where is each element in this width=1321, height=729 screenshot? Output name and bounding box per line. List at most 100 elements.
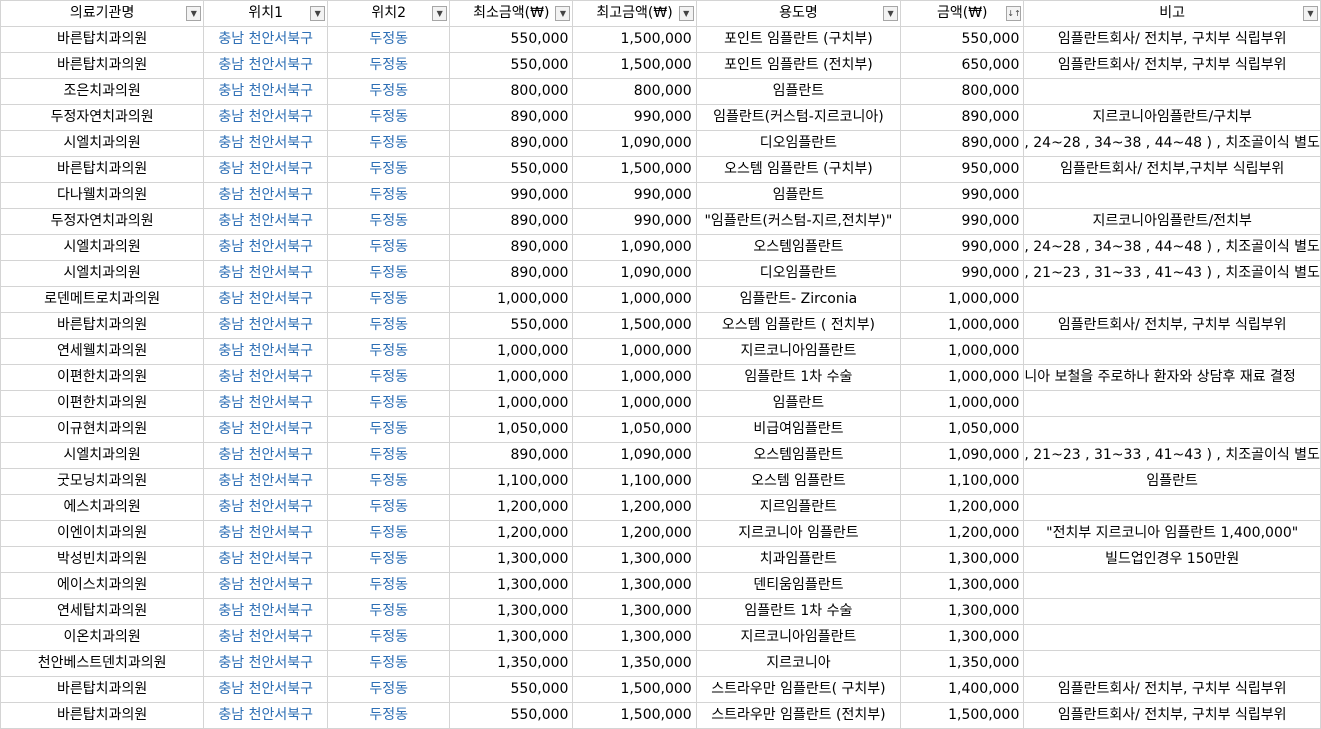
cell-location1[interactable]: 충남 천안서북구 — [203, 338, 329, 365]
cell-max-price[interactable]: 1,300,000 — [572, 546, 697, 573]
cell-institution[interactable]: 로덴메트로치과의원 — [0, 286, 205, 313]
cell-location2[interactable]: 두정동 — [327, 234, 451, 261]
filter-dropdown-icon[interactable]: ▼ — [555, 6, 571, 21]
cell-min-price[interactable]: 1,300,000 — [449, 546, 574, 573]
cell-usage[interactable]: 디오임플란트 — [695, 260, 902, 287]
cell-min-price[interactable]: 550,000 — [449, 676, 574, 703]
cell-remarks[interactable]: , 24~28 , 34~38 , 44~48 ) , 치조골이식 별도 — [1023, 234, 1321, 261]
column-header-usage[interactable]: 용도명 ▼ — [695, 0, 902, 27]
cell-remarks[interactable]: 지르코니아임플란트/구치부 — [1023, 104, 1321, 131]
cell-remarks[interactable] — [1023, 650, 1321, 677]
cell-usage[interactable]: 오스템 임플란트 ( 전치부) — [695, 312, 902, 339]
cell-min-price[interactable]: 550,000 — [449, 52, 574, 79]
cell-location2[interactable]: 두정동 — [327, 676, 451, 703]
cell-min-price[interactable]: 1,000,000 — [449, 364, 574, 391]
cell-remarks[interactable]: 지르코니아임플란트/전치부 — [1023, 208, 1321, 235]
cell-usage[interactable]: 지르임플란트 — [695, 494, 902, 521]
cell-location2[interactable]: 두정동 — [327, 260, 451, 287]
cell-min-price[interactable]: 1,050,000 — [449, 416, 574, 443]
cell-price[interactable]: 890,000 — [900, 104, 1025, 131]
cell-price[interactable]: 1,000,000 — [900, 312, 1025, 339]
cell-price[interactable]: 950,000 — [900, 156, 1025, 183]
cell-remarks[interactable]: 임플란트회사/ 전치부, 구치부 식립부위 — [1023, 26, 1321, 53]
cell-location1[interactable]: 충남 천안서북구 — [203, 390, 329, 417]
sort-filter-icon[interactable]: ↓↑ — [1006, 6, 1022, 21]
cell-min-price[interactable]: 890,000 — [449, 234, 574, 261]
cell-location1[interactable]: 충남 천안서북구 — [203, 26, 329, 53]
cell-remarks[interactable]: 임플란트 — [1023, 468, 1321, 495]
cell-location2[interactable]: 두정동 — [327, 182, 451, 209]
cell-location1[interactable]: 충남 천안서북구 — [203, 624, 329, 651]
cell-remarks[interactable]: 임플란트회사/ 전치부, 구치부 식립부위 — [1023, 702, 1321, 729]
cell-usage[interactable]: 치과임플란트 — [695, 546, 902, 573]
cell-max-price[interactable]: 1,500,000 — [572, 702, 697, 729]
cell-price[interactable]: 1,300,000 — [900, 624, 1025, 651]
cell-location1[interactable]: 충남 천안서북구 — [203, 104, 329, 131]
cell-min-price[interactable]: 1,300,000 — [449, 572, 574, 599]
cell-location1[interactable]: 충남 천안서북구 — [203, 416, 329, 443]
column-header-location2[interactable]: 위치2 ▼ — [327, 0, 451, 27]
cell-price[interactable]: 650,000 — [900, 52, 1025, 79]
cell-remarks[interactable]: , 21~23 , 31~33 , 41~43 ) , 치조골이식 별도 — [1023, 442, 1321, 469]
cell-usage[interactable]: 임플란트 — [695, 390, 902, 417]
cell-location2[interactable]: 두정동 — [327, 520, 451, 547]
cell-price[interactable]: 990,000 — [900, 182, 1025, 209]
cell-location1[interactable]: 충남 천안서북구 — [203, 442, 329, 469]
cell-price[interactable]: 990,000 — [900, 234, 1025, 261]
cell-location2[interactable]: 두정동 — [327, 286, 451, 313]
cell-remarks[interactable]: 임플란트회사/ 전치부, 구치부 식립부위 — [1023, 676, 1321, 703]
cell-location2[interactable]: 두정동 — [327, 104, 451, 131]
cell-location2[interactable]: 두정동 — [327, 338, 451, 365]
cell-price[interactable]: 800,000 — [900, 78, 1025, 105]
cell-institution[interactable]: 에스치과의원 — [0, 494, 205, 521]
cell-remarks[interactable] — [1023, 286, 1321, 313]
cell-institution[interactable]: 박성빈치과의원 — [0, 546, 205, 573]
cell-location1[interactable]: 충남 천안서북구 — [203, 312, 329, 339]
cell-usage[interactable]: 디오임플란트 — [695, 130, 902, 157]
filter-dropdown-icon[interactable]: ▼ — [310, 6, 326, 21]
cell-min-price[interactable]: 1,200,000 — [449, 520, 574, 547]
cell-price[interactable]: 1,100,000 — [900, 468, 1025, 495]
cell-usage[interactable]: 임플란트 — [695, 182, 902, 209]
cell-usage[interactable]: 덴티움임플란트 — [695, 572, 902, 599]
filter-dropdown-icon[interactable]: ▼ — [1303, 6, 1318, 21]
cell-remarks[interactable]: 임플란트회사/ 전치부,구치부 식립부위 — [1023, 156, 1321, 183]
cell-usage[interactable]: 비급여임플란트 — [695, 416, 902, 443]
cell-min-price[interactable]: 1,300,000 — [449, 624, 574, 651]
cell-remarks[interactable] — [1023, 78, 1321, 105]
cell-max-price[interactable]: 1,500,000 — [572, 312, 697, 339]
column-header-price[interactable]: 금액(₩) ↓↑ — [900, 0, 1025, 27]
cell-price[interactable]: 990,000 — [900, 208, 1025, 235]
cell-price[interactable]: 1,200,000 — [900, 494, 1025, 521]
cell-min-price[interactable]: 800,000 — [449, 78, 574, 105]
cell-usage[interactable]: 임플란트(커스텀-지르코니아) — [695, 104, 902, 131]
column-header-max-price[interactable]: 최고금액(₩) ▼ — [572, 0, 697, 27]
cell-usage[interactable]: 포인트 임플란트 (구치부) — [695, 26, 902, 53]
cell-usage[interactable]: 오스템 임플란트 — [695, 468, 902, 495]
cell-usage[interactable]: 임플란트 1차 수술 — [695, 364, 902, 391]
cell-usage[interactable]: 오스템임플란트 — [695, 442, 902, 469]
cell-usage[interactable]: 지르코니아임플란트 — [695, 338, 902, 365]
cell-location2[interactable]: 두정동 — [327, 650, 451, 677]
cell-location1[interactable]: 충남 천안서북구 — [203, 702, 329, 729]
cell-location2[interactable]: 두정동 — [327, 416, 451, 443]
cell-location1[interactable]: 충남 천안서북구 — [203, 650, 329, 677]
cell-usage[interactable]: 오스템 임플란트 (구치부) — [695, 156, 902, 183]
cell-institution[interactable]: 에이스치과의원 — [0, 572, 205, 599]
filter-dropdown-icon[interactable]: ▼ — [186, 6, 202, 21]
cell-price[interactable]: 1,050,000 — [900, 416, 1025, 443]
cell-institution[interactable]: 굿모닝치과의원 — [0, 468, 205, 495]
cell-institution[interactable]: 시엘치과의원 — [0, 234, 205, 261]
cell-location1[interactable]: 충남 천안서북구 — [203, 260, 329, 287]
cell-location1[interactable]: 충남 천안서북구 — [203, 130, 329, 157]
cell-max-price[interactable]: 990,000 — [572, 104, 697, 131]
cell-location2[interactable]: 두정동 — [327, 364, 451, 391]
cell-price[interactable]: 550,000 — [900, 26, 1025, 53]
cell-min-price[interactable]: 550,000 — [449, 26, 574, 53]
cell-min-price[interactable]: 890,000 — [449, 260, 574, 287]
cell-max-price[interactable]: 1,500,000 — [572, 26, 697, 53]
cell-remarks[interactable]: 니아 보철을 주로하나 환자와 상담후 재료 결정 — [1023, 364, 1321, 391]
cell-min-price[interactable]: 890,000 — [449, 130, 574, 157]
cell-price[interactable]: 890,000 — [900, 130, 1025, 157]
cell-remarks[interactable] — [1023, 416, 1321, 443]
